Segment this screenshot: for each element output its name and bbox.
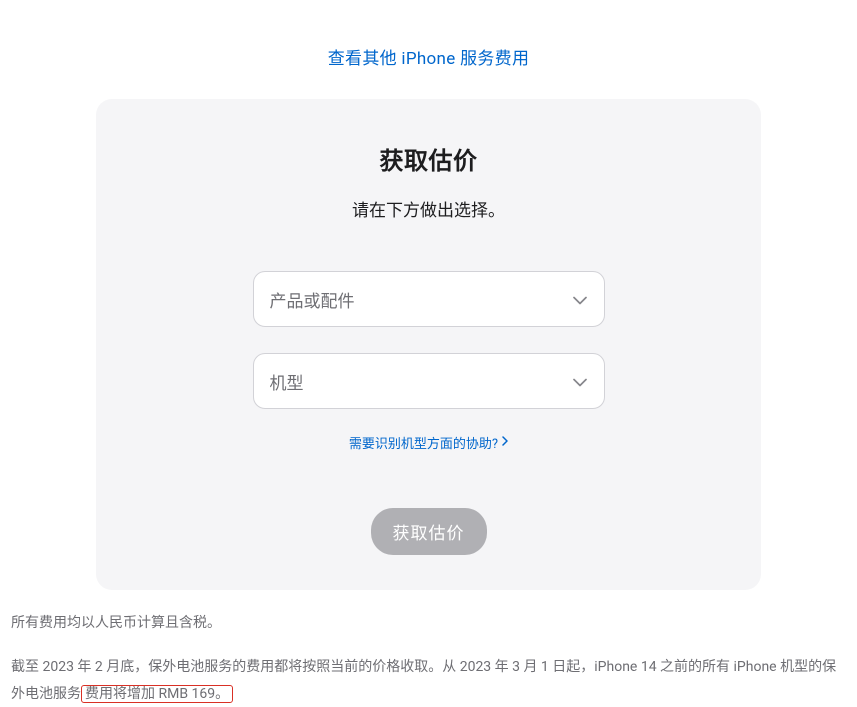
model-select[interactable]: 机型: [253, 353, 605, 409]
card-title: 获取估价: [156, 141, 701, 176]
other-iphone-services-link[interactable]: 查看其他 iPhone 服务费用: [328, 49, 530, 69]
estimate-card: 获取估价 请在下方做出选择。 产品或配件 机型: [96, 99, 761, 590]
help-link-label: 需要识别机型方面的协助?: [349, 433, 498, 452]
footer-tax-note: 所有费用均以人民币计算且含税。: [11, 612, 846, 632]
footer-price-change-note: 截至 2023 年 2 月底，保外电池服务的费用都将按照当前的价格收取。从 20…: [11, 654, 846, 707]
product-select[interactable]: 产品或配件: [253, 271, 605, 327]
product-select-placeholder: 产品或配件: [270, 287, 355, 312]
price-highlight: 费用将增加 RMB 169。: [81, 685, 233, 703]
model-select-wrapper: 机型: [253, 353, 605, 409]
identify-model-help-link[interactable]: 需要识别机型方面的协助?: [349, 433, 508, 452]
card-subtitle: 请在下方做出选择。: [156, 196, 701, 221]
top-link-row: 查看其他 iPhone 服务费用: [10, 0, 847, 99]
get-estimate-button[interactable]: 获取估价: [371, 508, 487, 555]
chevron-right-icon: [502, 435, 508, 450]
help-link-row: 需要识别机型方面的协助?: [156, 433, 701, 452]
model-select-placeholder: 机型: [270, 369, 304, 394]
footer-text-block: 所有费用均以人民币计算且含税。 截至 2023 年 2 月底，保外电池服务的费用…: [11, 590, 846, 707]
product-select-wrapper: 产品或配件: [253, 271, 605, 327]
